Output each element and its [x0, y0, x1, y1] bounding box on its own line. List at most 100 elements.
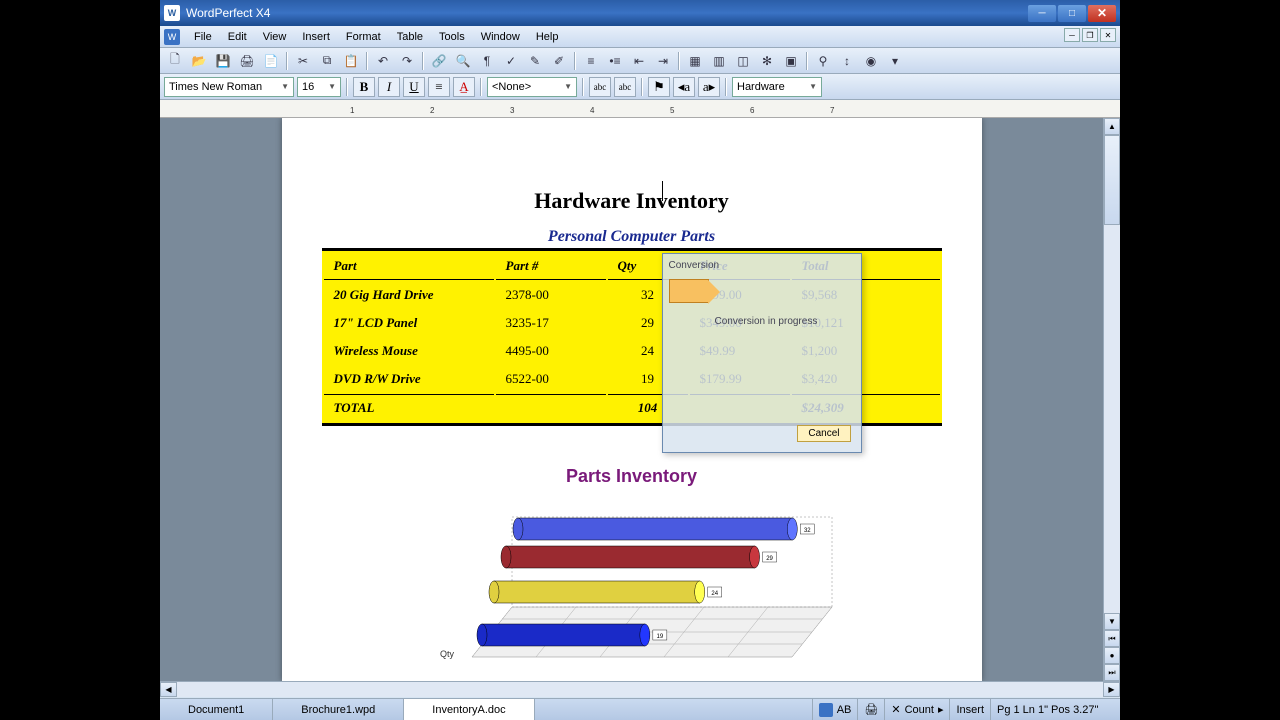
chart-icon[interactable]: ◫ — [732, 50, 754, 72]
quickfind-next-icon[interactable]: a▸ — [698, 77, 720, 97]
underline-button[interactable]: U — [403, 77, 425, 97]
redo-icon[interactable]: ↷ — [396, 50, 418, 72]
minimize-button[interactable]: ─ — [1028, 5, 1056, 22]
scroll-right-icon[interactable]: ▶ — [1103, 682, 1120, 697]
scroll-thumb[interactable] — [1104, 135, 1120, 225]
next-page-icon[interactable]: ⏭ — [1104, 664, 1120, 681]
ruler-mark: 5 — [670, 106, 674, 115]
scroll-down-icon[interactable]: ▼ — [1104, 613, 1120, 630]
paste-icon[interactable]: 📋 — [340, 50, 362, 72]
highlight-icon[interactable]: ✎ — [524, 50, 546, 72]
open-icon[interactable]: 📂 — [188, 50, 210, 72]
print-icon[interactable]: 🖨 — [236, 50, 258, 72]
chevron-down-icon: ▼ — [328, 82, 336, 91]
cut-icon[interactable]: ✂ — [292, 50, 314, 72]
italic-button[interactable]: I — [378, 77, 400, 97]
ruler-mark: 3 — [510, 106, 514, 115]
perfectexpert-icon[interactable]: ◉ — [860, 50, 882, 72]
tab-document1[interactable]: Document1 — [160, 699, 273, 720]
spell-icon[interactable]: ✓ — [500, 50, 522, 72]
tab-brochure[interactable]: Brochure1.wpd — [273, 699, 404, 720]
ruler[interactable]: 1 2 3 4 5 6 7 — [160, 100, 1120, 118]
cancel-button[interactable]: Cancel — [797, 425, 850, 442]
col-part: Part — [324, 253, 494, 280]
table-icon[interactable]: ▦ — [684, 50, 706, 72]
abc-normal-icon[interactable]: abc — [614, 77, 636, 97]
bold-button[interactable]: B — [353, 77, 375, 97]
status-position: Pg 1 Ln 1" Pos 3.27" — [990, 699, 1120, 720]
doc-minimize-button[interactable]: ─ — [1064, 28, 1080, 42]
outdent-icon[interactable]: ⇤ — [628, 50, 650, 72]
menu-view[interactable]: View — [255, 28, 295, 46]
prompt-icon[interactable]: ⚑ — [648, 77, 670, 97]
dialog-message: Conversion in progress — [715, 316, 818, 327]
conversion-dialog: Conversion Conversion in progress Cancel — [662, 253, 862, 453]
doc-icon: W — [164, 29, 180, 45]
page-subtitle: Personal Computer Parts — [322, 228, 942, 246]
standard-toolbar: 🗋 📂 💾 🖨 📄 ✂ ⧉ 📋 ↶ ↷ 🔗 🔍 ¶ ✓ ✎ ✐ ≡ •≡ ⇤ ⇥… — [160, 48, 1120, 74]
clipart-icon[interactable]: ▣ — [780, 50, 802, 72]
more-icon[interactable]: ▾ — [884, 50, 906, 72]
scroll-up-icon[interactable]: ▲ — [1104, 118, 1120, 135]
status-count[interactable]: ✕ Count ▸ — [884, 699, 949, 720]
browse-icon[interactable]: ● — [1104, 647, 1120, 664]
reveal-icon[interactable]: ¶ — [476, 50, 498, 72]
context-select[interactable]: Hardware▼ — [732, 77, 822, 97]
size-value: 16 — [302, 81, 314, 93]
menu-insert[interactable]: Insert — [294, 28, 338, 46]
autoscroll-icon[interactable]: ↕ — [836, 50, 858, 72]
format-toolbar: Times New Roman▼ 16▼ B I U ≡ A̲ <None>▼ … — [160, 74, 1120, 100]
menu-edit[interactable]: Edit — [220, 28, 255, 46]
menu-table[interactable]: Table — [389, 28, 431, 46]
indent-icon[interactable]: ⇥ — [652, 50, 674, 72]
doc-close-button[interactable]: ✕ — [1100, 28, 1116, 42]
link-icon[interactable]: 🔗 — [428, 50, 450, 72]
prev-page-icon[interactable]: ⏮ — [1104, 630, 1120, 647]
publish-icon[interactable]: 📄 — [260, 50, 282, 72]
menu-window[interactable]: Window — [473, 28, 528, 46]
save-icon[interactable]: 💾 — [212, 50, 234, 72]
dropcap-button[interactable]: A̲ — [453, 77, 475, 97]
doc-restore-button[interactable]: ❐ — [1082, 28, 1098, 42]
horizontal-scrollbar[interactable]: ◀ ▶ — [160, 681, 1120, 698]
draw-icon[interactable]: ✐ — [548, 50, 570, 72]
vertical-scrollbar[interactable]: ▲ ▼ ⏮ ● ⏭ — [1103, 118, 1120, 681]
zoom-icon[interactable]: ⚲ — [812, 50, 834, 72]
ruler-mark: 4 — [590, 106, 594, 115]
size-select[interactable]: 16 ▼ — [297, 77, 341, 97]
maximize-button[interactable]: □ — [1058, 5, 1086, 22]
ruler-mark: 2 — [430, 106, 434, 115]
menu-tools[interactable]: Tools — [431, 28, 473, 46]
page[interactable]: Hardware Inventory Personal Computer Par… — [282, 118, 982, 681]
style-select[interactable]: <None>▼ — [487, 77, 577, 97]
status-insert[interactable]: Insert — [949, 699, 990, 720]
status-ab-icon[interactable]: AB — [812, 699, 858, 720]
numbering-icon[interactable]: ≡ — [580, 50, 602, 72]
tab-inventory[interactable]: InventoryA.doc — [404, 699, 534, 720]
app-window: W WordPerfect X4 ─ □ ✕ W File Edit View … — [160, 0, 1120, 720]
page-title: Hardware Inventory — [322, 188, 942, 214]
menu-file[interactable]: File — [186, 28, 220, 46]
status-printer-icon[interactable]: 🖨 — [857, 699, 884, 720]
justify-button[interactable]: ≡ — [428, 77, 450, 97]
undo-icon[interactable]: ↶ — [372, 50, 394, 72]
symbol-icon[interactable]: ✻ — [756, 50, 778, 72]
menu-format[interactable]: Format — [338, 28, 389, 46]
abc-strike-icon[interactable]: abc — [589, 77, 611, 97]
new-icon[interactable]: 🗋 — [164, 50, 186, 72]
copy-icon[interactable]: ⧉ — [316, 50, 338, 72]
menu-help[interactable]: Help — [528, 28, 567, 46]
font-select[interactable]: Times New Roman▼ — [164, 77, 294, 97]
app-icon: W — [164, 5, 180, 21]
bullets-icon[interactable]: •≡ — [604, 50, 626, 72]
close-button[interactable]: ✕ — [1088, 5, 1116, 22]
columns-icon[interactable]: ▥ — [708, 50, 730, 72]
svg-text:24: 24 — [711, 591, 718, 597]
ruler-mark: 1 — [350, 106, 354, 115]
svg-text:Qty: Qty — [439, 649, 454, 659]
scroll-left-icon[interactable]: ◀ — [160, 682, 177, 697]
find-icon[interactable]: 🔍 — [452, 50, 474, 72]
quickfind-prev-icon[interactable]: ◂a — [673, 77, 695, 97]
chart: 32292419 Qty — [412, 497, 852, 677]
document-area: Hardware Inventory Personal Computer Par… — [160, 118, 1120, 681]
